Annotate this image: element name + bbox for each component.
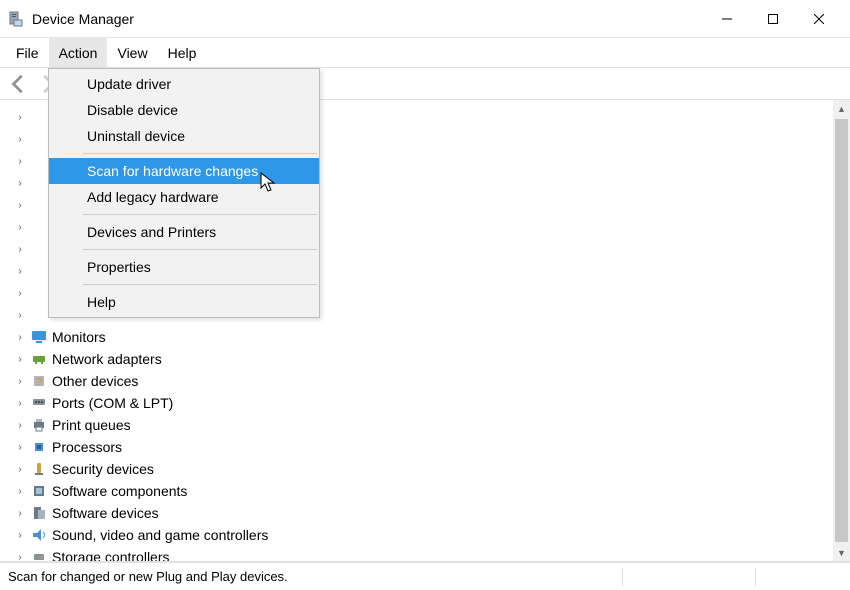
menu-separator	[83, 249, 317, 250]
vertical-scrollbar[interactable]: ▲ ▼	[833, 100, 850, 561]
menu-separator	[83, 214, 317, 215]
tree-row-software-components[interactable]: › Software components	[6, 480, 833, 502]
scroll-down-button[interactable]: ▼	[833, 544, 850, 561]
chevron-right-icon[interactable]: ›	[14, 112, 26, 123]
menu-help[interactable]: Help	[158, 38, 207, 67]
chevron-right-icon[interactable]: ›	[14, 156, 26, 167]
tree-row-monitors[interactable]: › Monitors	[6, 326, 833, 348]
chevron-right-icon[interactable]: ›	[14, 376, 26, 387]
tree-label: Storage controllers	[52, 549, 170, 561]
divider	[755, 568, 756, 586]
chevron-right-icon[interactable]: ›	[14, 508, 26, 519]
sound-icon	[31, 527, 47, 543]
chevron-right-icon[interactable]: ›	[14, 442, 26, 453]
maximize-button[interactable]	[750, 4, 796, 34]
tree-label: Network adapters	[52, 351, 162, 367]
chevron-right-icon[interactable]: ›	[14, 266, 26, 277]
tree-label: Sound, video and game controllers	[52, 527, 268, 543]
menu-uninstall-device[interactable]: Uninstall device	[49, 123, 319, 149]
tree-label: Processors	[52, 439, 122, 455]
scroll-thumb[interactable]	[835, 119, 848, 542]
tree-row-other[interactable]: › ? Other devices	[6, 370, 833, 392]
tree-row-ports[interactable]: › Ports (COM & LPT)	[6, 392, 833, 414]
menu-devices-printers[interactable]: Devices and Printers	[49, 219, 319, 245]
menu-add-legacy[interactable]: Add legacy hardware	[49, 184, 319, 210]
monitor-icon	[31, 329, 47, 345]
tree-label: Ports (COM & LPT)	[52, 395, 173, 411]
network-icon	[31, 351, 47, 367]
minimize-button[interactable]	[704, 4, 750, 34]
chevron-right-icon[interactable]: ›	[14, 288, 26, 299]
tree-row-print[interactable]: › Print queues	[6, 414, 833, 436]
menu-disable-device[interactable]: Disable device	[49, 97, 319, 123]
chevron-right-icon[interactable]: ›	[14, 222, 26, 233]
tree-row-network[interactable]: › Network adapters	[6, 348, 833, 370]
tree-label: Monitors	[52, 329, 106, 345]
tree-row-storage[interactable]: › Storage controllers	[6, 546, 833, 561]
chevron-right-icon[interactable]: ›	[14, 244, 26, 255]
menu-properties[interactable]: Properties	[49, 254, 319, 280]
status-text: Scan for changed or new Plug and Play de…	[8, 569, 616, 584]
menu-update-driver[interactable]: Update driver	[49, 71, 319, 97]
action-dropdown: Update driver Disable device Uninstall d…	[48, 68, 320, 318]
printer-icon	[31, 417, 47, 433]
ports-icon	[31, 395, 47, 411]
window-controls	[704, 4, 842, 34]
menu-separator	[83, 284, 317, 285]
menu-file[interactable]: File	[6, 38, 49, 67]
menu-separator	[83, 153, 317, 154]
tree-row-sound[interactable]: › Sound, video and game controllers	[6, 524, 833, 546]
tree-row-software-devices[interactable]: › Software devices	[6, 502, 833, 524]
window-title: Device Manager	[32, 11, 704, 27]
chevron-right-icon[interactable]: ›	[14, 200, 26, 211]
chevron-right-icon[interactable]: ›	[14, 420, 26, 431]
close-button[interactable]	[796, 4, 842, 34]
back-button[interactable]	[8, 73, 30, 95]
other-device-icon: ?	[31, 373, 47, 389]
menu-view[interactable]: View	[107, 38, 157, 67]
chevron-right-icon[interactable]: ›	[14, 486, 26, 497]
chevron-right-icon[interactable]: ›	[14, 398, 26, 409]
component-icon	[31, 483, 47, 499]
tree-label: Security devices	[52, 461, 154, 477]
tree-row-processors[interactable]: › Processors	[6, 436, 833, 458]
chevron-right-icon[interactable]: ›	[14, 134, 26, 145]
tree-row-security[interactable]: › Security devices	[6, 458, 833, 480]
tree-label: Print queues	[52, 417, 131, 433]
menubar: File Action View Help	[0, 38, 850, 68]
storage-icon	[31, 549, 47, 561]
tree-label: Software components	[52, 483, 187, 499]
scroll-up-button[interactable]: ▲	[833, 100, 850, 117]
tree-label: Other devices	[52, 373, 138, 389]
chevron-right-icon[interactable]: ›	[14, 332, 26, 343]
titlebar: Device Manager	[0, 0, 850, 38]
menu-action[interactable]: Action	[49, 38, 108, 67]
chevron-right-icon[interactable]: ›	[14, 310, 26, 321]
statusbar: Scan for changed or new Plug and Play de…	[0, 562, 850, 590]
chevron-right-icon[interactable]: ›	[14, 552, 26, 562]
security-icon	[31, 461, 47, 477]
app-icon	[8, 11, 24, 27]
svg-text:?: ?	[36, 377, 42, 388]
divider	[622, 568, 623, 586]
chevron-right-icon[interactable]: ›	[14, 178, 26, 189]
chevron-right-icon[interactable]: ›	[14, 464, 26, 475]
menu-scan-hardware[interactable]: Scan for hardware changes	[49, 158, 319, 184]
cpu-icon	[31, 439, 47, 455]
chevron-right-icon[interactable]: ›	[14, 354, 26, 365]
software-device-icon	[31, 505, 47, 521]
menu-help-item[interactable]: Help	[49, 289, 319, 315]
chevron-right-icon[interactable]: ›	[14, 530, 26, 541]
tree-label: Software devices	[52, 505, 159, 521]
